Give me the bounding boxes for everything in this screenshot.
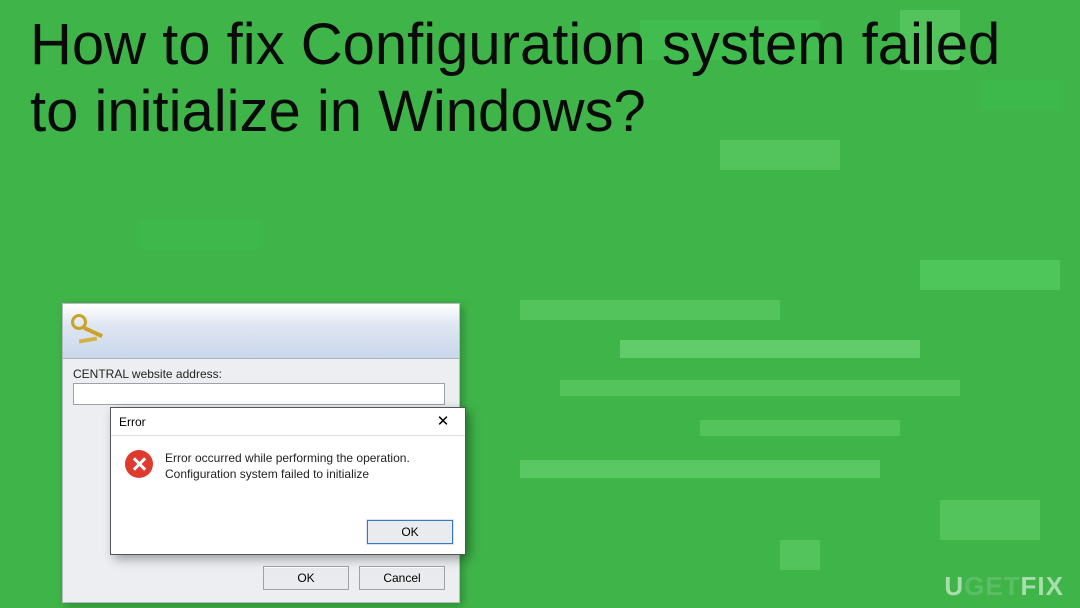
address-label: CENTRAL website address: xyxy=(73,367,449,381)
close-button[interactable]: ✕ xyxy=(423,410,463,434)
error-message: Error occurred while performing the oper… xyxy=(165,450,410,482)
address-input[interactable] xyxy=(73,383,445,405)
error-ok-button[interactable]: OK xyxy=(367,520,453,544)
cancel-button[interactable]: Cancel xyxy=(359,566,445,590)
error-line1: Error occurred while performing the oper… xyxy=(165,450,410,466)
error-dialog: Error ✕ Error occurred while performing … xyxy=(110,407,466,555)
ok-button[interactable]: OK xyxy=(263,566,349,590)
error-titlebar: Error ✕ xyxy=(111,408,465,436)
close-icon: ✕ xyxy=(437,414,450,429)
page-title: How to fix Configuration system failed t… xyxy=(30,12,1050,145)
error-title: Error xyxy=(119,415,146,429)
dialog-header xyxy=(63,304,459,359)
watermark: UGETFIX xyxy=(944,571,1064,602)
error-icon xyxy=(125,450,153,478)
keys-icon xyxy=(69,312,107,350)
error-line2: Configuration system failed to initializ… xyxy=(165,466,410,482)
